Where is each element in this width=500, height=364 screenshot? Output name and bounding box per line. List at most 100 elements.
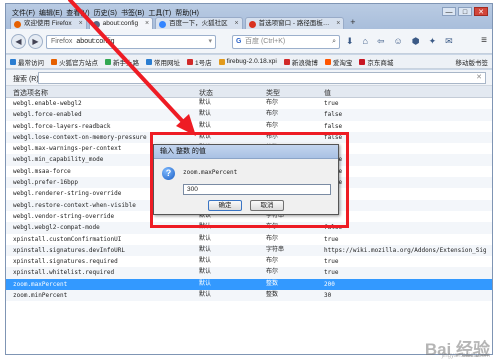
tab-label: about:config — [102, 20, 139, 27]
pref-type: 整数 — [266, 292, 279, 299]
toolbar-icon[interactable]: ⬢ — [412, 36, 420, 47]
pref-row[interactable]: xpinstall.signatures.devInfoURL 默认 字符串 http… — [6, 244, 492, 257]
bookmark-icon — [283, 58, 290, 65]
bookmark-item[interactable]: 常用网址 — [146, 57, 180, 67]
new-tab-button[interactable]: + — [346, 17, 359, 29]
pref-state: 默认 — [199, 111, 212, 118]
pref-value: false — [324, 111, 343, 119]
pref-name: webgl.force-enabled — [13, 111, 82, 119]
filter-label: 搜索 (R): — [13, 76, 41, 83]
column-header-type[interactable]: 类型 — [266, 88, 280, 98]
toolbar-icon[interactable]: ⇦ — [377, 36, 385, 47]
bookmark-label: 1号店 — [195, 59, 212, 67]
pref-state: 默认 — [199, 235, 212, 242]
bookmark-item[interactable]: 新浪微博 — [283, 57, 318, 67]
clear-icon[interactable]: ✕ — [476, 73, 482, 81]
navigation-toolbar: ◀ ▶ Firefox about:config ▾ G 百度 (Ctrl+K) … — [6, 29, 492, 54]
tab-label: 首选项窗口 - 路径面板… — [258, 20, 330, 27]
toolbar-icon[interactable]: ✦ — [429, 36, 437, 47]
search-icon[interactable]: ⌕ — [332, 36, 336, 48]
close-window-button[interactable]: ✕ — [474, 7, 488, 16]
bookmarks-toolbar: 最常访问 火狐官方站点 新手上路 常用网址 1号店 firebug-2.0.18.xpi 新… — [6, 55, 492, 69]
pref-name: zoom.maxPercent — [13, 280, 68, 288]
pref-state: 默认 — [199, 258, 212, 265]
pref-row[interactable]: zoom.maxPercent 默认 整数 200 — [6, 278, 492, 291]
bookmark-label: 火狐官方站点 — [59, 59, 98, 67]
search-engine-icon[interactable]: G — [236, 36, 241, 48]
bookmark-label: 常用网址 — [154, 59, 180, 67]
bookmark-icon — [146, 58, 152, 65]
pref-value: true — [324, 269, 339, 277]
window-controls: — □ ✕ — [442, 7, 488, 16]
bookmark-icon — [359, 58, 366, 65]
pref-value: 200 — [324, 280, 335, 288]
bookmark-item[interactable]: 1号店 — [187, 57, 212, 67]
tab-label: 百度一下，火狐社区 — [169, 20, 228, 27]
maximize-button[interactable]: □ — [458, 7, 472, 16]
toolbar-icons: ⬇ ⌂ ⇦ ☺ ⬢ ✦ ✉ — [346, 36, 453, 47]
pref-type: 布尔 — [266, 111, 279, 118]
favicon-icon — [159, 21, 167, 28]
hamburger-menu-icon[interactable]: ≡ — [481, 35, 487, 46]
pref-row[interactable]: xpinstall.whitelist.required 默认 布尔 true — [6, 267, 492, 279]
pref-row[interactable]: webgl.force-layers-readback 默认 布尔 false — [6, 121, 492, 132]
column-header-value[interactable]: 值 — [324, 88, 331, 98]
pref-type: 字符串 — [266, 246, 285, 253]
favicon-icon — [92, 21, 100, 28]
pref-name: webgl.force-layers-readback — [13, 122, 111, 130]
bookmark-item[interactable]: firebug-2.0.18.xpi — [218, 58, 277, 65]
bookmark-item[interactable]: 火狐官方站点 — [51, 57, 98, 67]
highlight-box — [150, 132, 349, 228]
pref-name: webgl.enable-webgl2 — [13, 100, 82, 107]
toolbar-icon[interactable]: ✉ — [445, 36, 453, 47]
pref-row[interactable]: xpinstall.customConfirmationUI 默认 布尔 true — [6, 234, 492, 245]
pref-type: 布尔 — [266, 269, 279, 276]
favicon-icon — [14, 21, 21, 28]
search-input[interactable]: G 百度 (Ctrl+K) ⌕ — [232, 35, 340, 49]
bookmark-item[interactable]: 京东商城 — [359, 57, 393, 67]
pref-type: 布尔 — [266, 122, 279, 129]
pref-state: 默认 — [199, 246, 212, 253]
bookmark-icon — [187, 58, 193, 65]
toolbar-icon[interactable]: ☺ — [394, 36, 403, 47]
bookmark-icon — [105, 58, 111, 65]
pref-value: 30 — [324, 292, 332, 300]
pref-value: false — [324, 122, 343, 130]
pref-value: true — [324, 100, 339, 107]
dropdown-arrow-icon[interactable]: ▾ — [208, 36, 212, 48]
pref-state: 默认 — [199, 280, 212, 287]
filter-input[interactable]: ✕ — [38, 72, 486, 84]
back-button[interactable]: ◀ — [11, 34, 26, 49]
bookmark-icon — [324, 58, 331, 65]
bookmark-item[interactable]: 最常访问 — [10, 57, 44, 67]
pref-name: xpinstall.signatures.required — [13, 258, 118, 266]
pref-row[interactable]: webgl.enable-webgl2 默认 布尔 true — [6, 98, 492, 109]
url-bar[interactable]: Firefox about:config ▾ — [46, 35, 216, 49]
mobile-bookmarks[interactable]: 移动版书签 — [456, 57, 489, 67]
pref-name: xpinstall.signatures.devInfoURL — [13, 246, 125, 254]
bookmark-item[interactable]: 爱淘宝 — [324, 57, 352, 67]
search-placeholder: 百度 (Ctrl+K) — [245, 38, 286, 45]
title-bar: 文件(F) 编辑(E) 查看(V) 历史(S) 书签(B) 工具(T) 帮助(H) — □ … — [6, 4, 492, 30]
column-header-state[interactable]: 状态 — [199, 88, 213, 98]
bookmark-icon — [10, 58, 16, 65]
bookmark-label: firebug-2.0.18.xpi — [226, 58, 277, 65]
pref-state: 默认 — [199, 292, 212, 299]
pref-value: true — [324, 235, 339, 243]
bookmark-label: 新浪微博 — [291, 59, 318, 67]
baidu-jingyan-watermark: Bai 经验 jingyan.baidu.com — [424, 340, 490, 359]
filter-bar: 搜索 (R): ✕ — [6, 70, 492, 86]
pref-state: 默认 — [199, 100, 212, 106]
pref-value: true — [324, 258, 339, 266]
bookmark-item[interactable]: 新手上路 — [105, 57, 139, 67]
pref-row[interactable]: xpinstall.signatures.required 默认 布尔 true — [6, 256, 492, 267]
url-text: about:config — [76, 38, 115, 45]
pref-row[interactable]: webgl.force-enabled 默认 布尔 false — [6, 109, 492, 121]
column-header-name[interactable]: 首选项名称 — [13, 88, 48, 98]
toolbar-icon[interactable]: ⌂ — [363, 36, 368, 47]
forward-button[interactable]: ▶ — [28, 34, 43, 49]
pref-row[interactable]: zoom.minPercent 默认 整数 30 — [6, 290, 492, 302]
toolbar-icon[interactable]: ⬇ — [346, 36, 354, 47]
favicon-icon — [248, 21, 256, 28]
minimize-button[interactable]: — — [442, 7, 456, 16]
